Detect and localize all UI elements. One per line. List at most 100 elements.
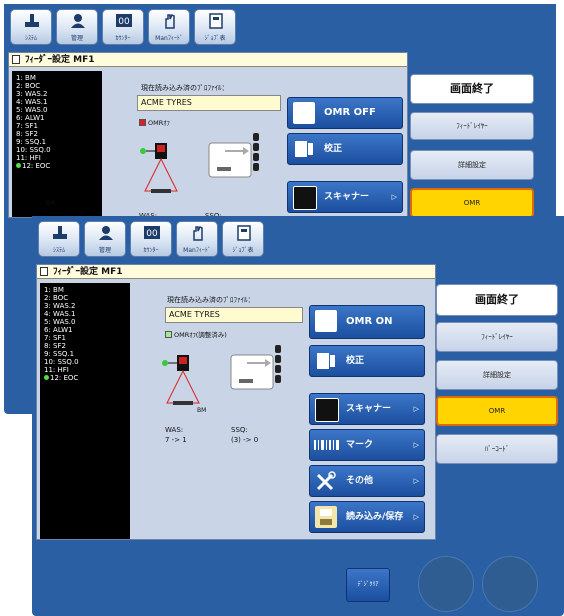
was-value: 7 -> 1 (165, 436, 187, 444)
feeder-layer-button[interactable]: ﾌｨｰﾄﾞﾚｲﾔｰ (410, 112, 534, 140)
list-item: 12: EOC (16, 162, 102, 170)
list-item: 10: SSQ.0 (44, 358, 79, 366)
toolbar-button-job[interactable]: ｼﾞｮﾌﾞ表 (194, 9, 236, 45)
job-icon (209, 13, 223, 29)
calibrate-icon (293, 138, 315, 160)
list-item: 5: WAS.0 (44, 318, 76, 326)
toolbar-button-system[interactable]: ｼｽﾃﾑ (10, 9, 52, 45)
exit-screen-button[interactable]: 画面終了 (410, 74, 534, 104)
counter-icon: 00 (144, 226, 160, 239)
list-item: 10: SSQ.0 (16, 146, 51, 154)
chevron-right-icon: ▷ (413, 477, 419, 485)
counter-icon: 00 (116, 14, 132, 27)
was-label: WAS: (165, 426, 184, 434)
load-save-button[interactable]: 読み込み/保存 ▷ (309, 501, 425, 533)
list-item: 2: BOC (44, 294, 69, 302)
tools-icon (315, 470, 337, 492)
toolbar-label-counter: ｶｳﾝﾀｰ (143, 247, 159, 254)
toolbar-button-manfeed[interactable]: Manﾌｨｰﾄﾞ (148, 9, 190, 45)
list-item: 11: HFI (44, 366, 69, 374)
mark-label: マーク (346, 440, 374, 450)
omr-toggle-button[interactable]: OMR OFF (287, 97, 403, 129)
toolbar-button-manfeed[interactable]: Manﾌｨｰﾄﾞ (176, 221, 218, 257)
system-icon (25, 14, 39, 27)
toolbar-button-job[interactable]: ｼﾞｮﾌﾞ表 (222, 221, 264, 257)
omr-tab-button[interactable]: OMR (436, 396, 558, 426)
list-item: 4: WAS.1 (16, 98, 48, 106)
toolbar-label-manfeed: Manﾌｨｰﾄﾞ (183, 247, 211, 254)
job-icon (237, 225, 251, 241)
list-item: 12: EOC (44, 374, 130, 382)
calibrate-button[interactable]: 校正 (309, 345, 425, 377)
front-screen: ｼｽﾃﾑ 管理 00 ｶｳﾝﾀｰ Manﾌｨｰﾄﾞ ｼﾞｮﾌﾞ表 ﾌｨｰﾀﾞｰ設… (32, 216, 564, 616)
omr-status: OMRｵﾌ (139, 117, 170, 127)
list-item: 1: BM (44, 286, 64, 294)
calibrate-button[interactable]: 校正 (287, 133, 403, 165)
active-dot-icon (44, 375, 49, 380)
window-icon (40, 267, 48, 276)
toolbar-button-counter[interactable]: 00 ｶｳﾝﾀｰ (130, 221, 172, 257)
toolbar-label-manfeed: Manﾌｨｰﾄﾞ (155, 35, 183, 42)
ssq-value: (3) -> 0 (231, 436, 259, 444)
omr-tab-button[interactable]: OMR (410, 188, 534, 218)
scanner-diagram (162, 345, 281, 405)
scanner-button[interactable]: スキャナー ▷ (287, 181, 403, 213)
scanner-icon (293, 186, 317, 210)
active-dot-icon (16, 163, 21, 168)
scanner-diagram (140, 133, 259, 193)
list-item: 8: SF2 (44, 342, 66, 350)
feeder-settings-window: ﾌｨｰﾀﾞｰ設定 MF1 1: BM 2: BOC 3: WAS.2 4: WA… (8, 52, 408, 220)
list-item: 4: WAS.1 (44, 310, 76, 318)
svg-text:00: 00 (118, 17, 130, 27)
list-item: 6: ALW1 (16, 114, 45, 122)
detail-settings-button[interactable]: 詳細設定 (410, 150, 534, 180)
calibrate-label: 校正 (324, 144, 343, 154)
list-item: 7: SF1 (16, 122, 38, 130)
document-icon (293, 102, 315, 124)
detail-settings-button[interactable]: 詳細設定 (436, 360, 558, 390)
sensor-list[interactable]: 1: BM 2: BOC 3: WAS.2 4: WAS.1 5: WAS.0 … (40, 283, 130, 539)
window-icon (12, 55, 20, 64)
toolbar-label-job: ｼﾞｮﾌﾞ表 (204, 35, 226, 42)
omr-status: OMRｵﾌ(調整済み) (165, 329, 227, 339)
chevron-right-icon: ▷ (413, 405, 419, 413)
toolbar-label-counter: ｶｳﾝﾀｰ (115, 35, 131, 42)
list-item-label: 12: EOC (22, 162, 51, 170)
feeder-layer-button[interactable]: ﾌｨｰﾄﾞﾚｲﾔｰ (436, 322, 558, 352)
sensor-label: BM (46, 200, 56, 207)
omr-status-indicator (139, 119, 146, 126)
sensor-list[interactable]: 1: BM 2: BOC 3: WAS.2 4: WAS.1 5: WAS.0 … (12, 71, 102, 217)
digit-clear-button[interactable]: ﾃﾞｼﾞｸﾘｱ (346, 568, 390, 602)
floppy-disk-icon (315, 506, 337, 528)
exit-screen-button[interactable]: 画面終了 (436, 284, 558, 316)
barcode-tab-button[interactable]: ﾊﾞｰｺｰﾄﾞ (436, 434, 558, 464)
round-key-left[interactable] (418, 556, 474, 612)
list-item: 3: WAS.2 (44, 302, 76, 310)
user-icon (71, 14, 85, 28)
scanner-button[interactable]: スキャナー ▷ (309, 393, 425, 425)
chevron-right-icon: ▷ (391, 193, 397, 201)
omr-toggle-button[interactable]: OMR ON (309, 305, 425, 339)
toolbar-label-admin: 管理 (98, 247, 111, 254)
mark-button[interactable]: マーク ▷ (309, 429, 425, 461)
list-item: 2: BOC (16, 82, 41, 90)
toolbar-button-system[interactable]: ｼｽﾃﾑ (38, 221, 80, 257)
other-button[interactable]: その他 ▷ (309, 465, 425, 497)
profile-label: 現在読み込み済のﾌﾟﾛﾌｧｲﾙ： (141, 84, 229, 92)
toolbar-button-counter[interactable]: 00 ｶｳﾝﾀｰ (102, 9, 144, 45)
toolbar-label-system: ｼｽﾃﾑ (52, 247, 65, 254)
top-toolbar: ｼｽﾃﾑ 管理 00 ｶｳﾝﾀｰ Manﾌｨｰﾄﾞ ｼﾞｮﾌﾞ表 (32, 216, 564, 260)
document-icon (315, 310, 337, 332)
list-item: 1: BM (16, 74, 36, 82)
toolbar-button-admin[interactable]: 管理 (56, 9, 98, 45)
profile-field: ACME TYRES (137, 95, 281, 111)
sensor-label: BM (197, 407, 207, 414)
system-icon (53, 226, 67, 239)
chevron-right-icon: ▷ (413, 513, 419, 521)
omr-status-text: OMRｵﾌ (148, 119, 170, 127)
window-title-text: ﾌｨｰﾀﾞｰ設定 MF1 (53, 267, 123, 277)
window-title: ﾌｨｰﾀﾞｰ設定 MF1 (9, 53, 407, 67)
user-icon (99, 226, 113, 240)
round-key-right[interactable] (482, 556, 538, 612)
toolbar-button-admin[interactable]: 管理 (84, 221, 126, 257)
